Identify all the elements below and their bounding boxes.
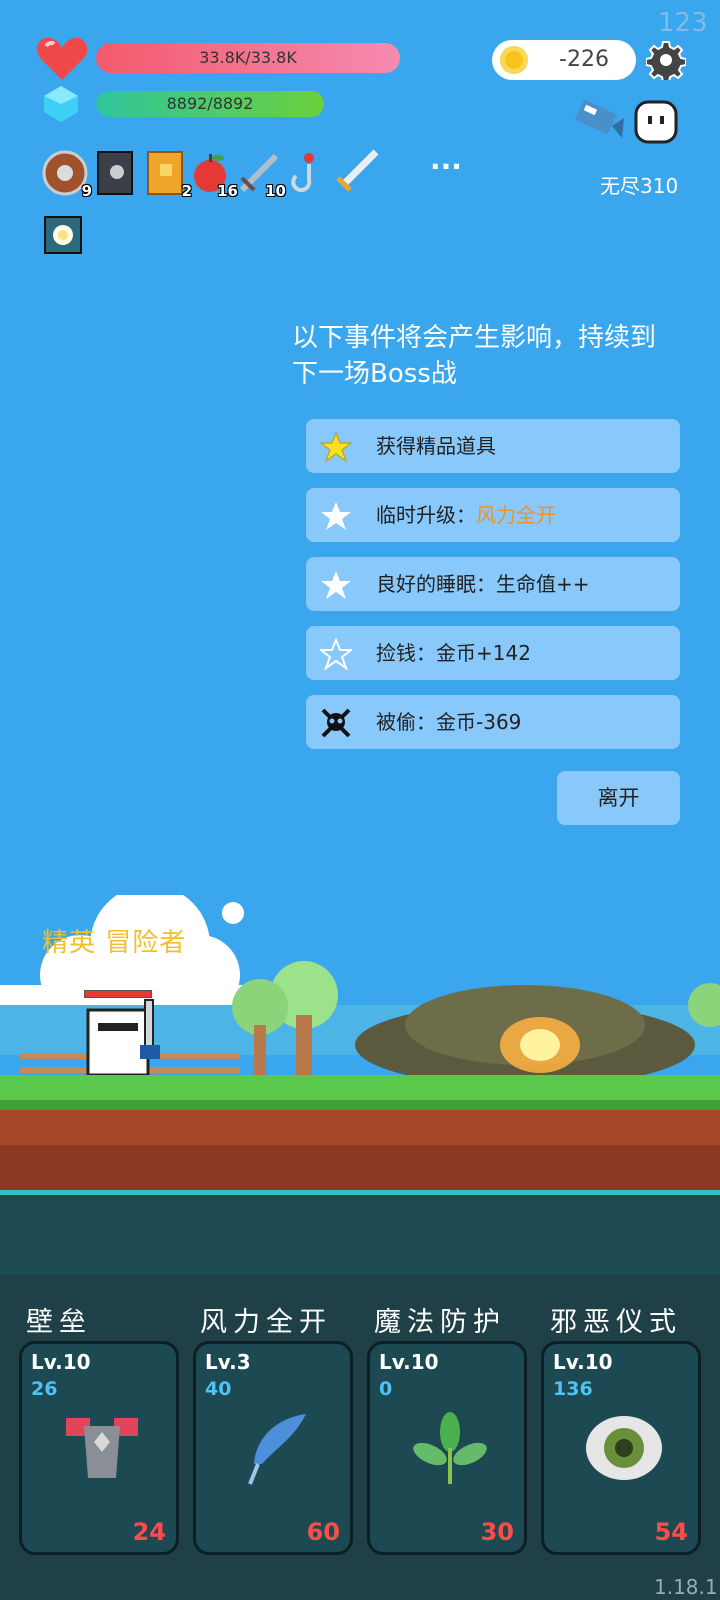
event-text: 良好的睡眠：生命值++ [376,572,590,596]
coin-icon [500,46,528,74]
skill-value: 40 [205,1378,232,1400]
eye-icon [586,1416,662,1480]
skill-title: 邪恶仪式 [550,1307,682,1338]
skill-value: 0 [379,1378,393,1400]
spellbook-icon[interactable]: 2 [142,150,192,200]
buff-lamp-icon[interactable] [44,216,82,254]
sword-icon[interactable]: 10 [236,150,286,200]
event-item: 被偷：金币-369 [306,695,680,749]
feather-icon [248,1414,306,1485]
skill-value: 136 [553,1378,593,1400]
skill-title: 魔法防护 [374,1307,506,1338]
skill-level: Lv.3 [205,1350,251,1374]
more-items-button[interactable]: ··· [430,150,462,183]
hook-icon[interactable] [286,150,332,196]
skill-card-evil-ritual[interactable]: Lv.10 136 54 [541,1341,701,1555]
armor-icon [66,1418,138,1478]
version-label: 1.18.1 [654,1575,718,1599]
ghost-pet-icon[interactable] [632,98,680,146]
skill-cost: 30 [480,1518,514,1546]
knight-hero [86,999,160,1077]
endless-mode-label: 无尽310 [600,174,679,198]
skill-title: 壁垒 [26,1307,92,1338]
skill-card-bulwark[interactable]: Lv.10 26 24 [19,1341,179,1555]
fish-icon[interactable] [572,96,628,142]
event-text: 捡钱：金币+142 [376,641,531,665]
event-text: 临时升级：风力全开 [376,503,556,527]
shield-icon[interactable]: 9 [42,150,92,200]
skill-title: 风力全开 [200,1307,332,1338]
apple-icon[interactable]: 16 [188,150,238,200]
skill-cost: 24 [132,1518,166,1546]
hp-bar: 33.8K/33.8K [96,43,400,73]
event-item: 良好的睡眠：生命值++ [306,557,680,611]
skill-cost: 54 [654,1518,688,1546]
event-item: 临时升级：风力全开 [306,488,680,542]
item-count: 16 [217,182,238,200]
skill-level: Lv.10 [31,1350,91,1374]
enemy-hp-bar [84,990,152,998]
gold-counter: -226 [492,40,636,80]
corner-counter: 123 [658,8,708,38]
game-screen: 123 33.8K/33.8K 8892/8892 -226 无尽310 9 2… [0,0,720,1600]
skull-icon [321,708,351,738]
white-star-icon [321,571,351,599]
item-count: 10 [265,182,286,200]
leaf-icon [413,1412,487,1484]
enemy-level: lv.74 [92,960,135,981]
event-item: 获得精品道具 [306,419,680,473]
mana-crystal-icon [44,86,78,122]
gold-star-icon [320,431,352,463]
event-notice: 以下事件将会产生影响，持续到下一场Boss战 [292,323,657,389]
event-highlight: 风力全开 [476,503,556,527]
event-text: 获得精品道具 [376,434,496,458]
skill-level: Lv.10 [553,1350,613,1374]
heart-icon [36,37,88,80]
white-star-icon [321,502,351,530]
event-text: 被偷：金币-369 [376,710,522,734]
skill-card-magic-shield[interactable]: Lv.10 0 30 [367,1341,527,1555]
skill-level: Lv.10 [379,1350,439,1374]
item-count: 9 [81,182,92,200]
event-item: 捡钱：金币+142 [306,626,680,680]
leave-button[interactable]: 离开 [557,771,680,825]
skill-value: 26 [31,1378,58,1400]
mp-bar: 8892/8892 [96,91,324,117]
blade-icon[interactable] [334,148,380,194]
skull-book-icon[interactable] [92,150,138,196]
settings-gear-icon[interactable] [646,40,686,80]
gold-value: -226 [559,47,609,72]
skill-cost: 60 [306,1518,340,1546]
outline-star-icon [320,638,352,670]
enemy-name: 精英 冒险者 [42,928,187,958]
skill-card-full-wind[interactable]: Lv.3 40 60 [193,1341,353,1555]
